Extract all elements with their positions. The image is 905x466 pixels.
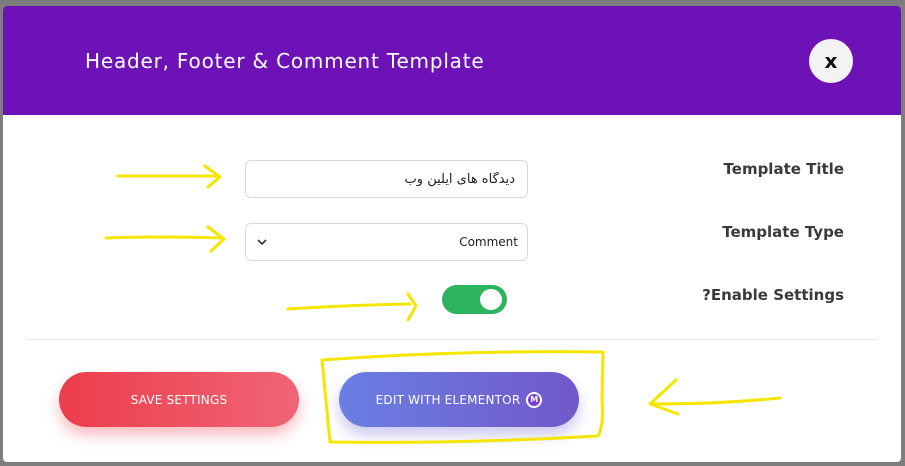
template-title-input[interactable]: [246, 161, 527, 197]
enable-settings-label: ?Enable Settings: [702, 286, 844, 304]
modal-header: Header, Footer & Comment Template x: [3, 6, 901, 115]
elementor-icon: M: [526, 391, 543, 408]
close-button[interactable]: x: [809, 39, 853, 83]
modal-title: Header, Footer & Comment Template: [85, 49, 485, 73]
template-title-label: Template Title: [723, 160, 844, 178]
divider: [27, 339, 877, 340]
toggle-knob: [480, 289, 502, 310]
chevron-down-icon: [256, 236, 268, 248]
edit-with-elementor-label: EDIT WITH ELEMENTOR: [375, 392, 521, 407]
template-modal: Header, Footer & Comment Template x Temp…: [3, 6, 901, 462]
template-title-field[interactable]: [245, 160, 528, 198]
template-type-select[interactable]: Comment: [245, 223, 528, 261]
save-settings-label: SAVE SETTINGS: [130, 392, 228, 407]
edit-with-elementor-button[interactable]: EDIT WITH ELEMENTOR M: [339, 372, 579, 427]
save-settings-button[interactable]: SAVE SETTINGS: [59, 372, 299, 427]
enable-settings-toggle[interactable]: [442, 285, 507, 314]
template-type-label: Template Type: [722, 223, 844, 241]
template-type-value: Comment: [459, 235, 518, 249]
